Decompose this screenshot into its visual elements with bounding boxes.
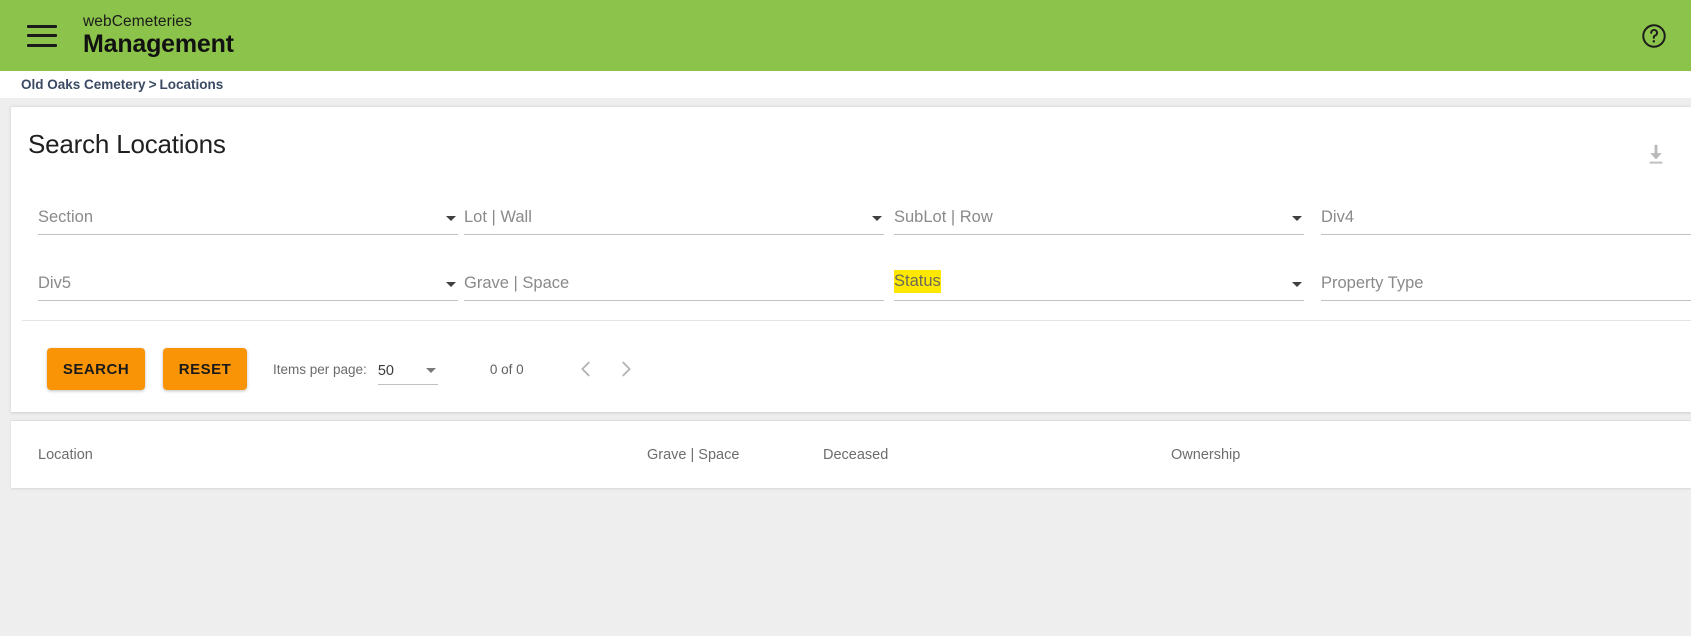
results-table: Location Grave | Space Deceased Ownershi…: [11, 420, 1691, 488]
app-bar: webCemeteries Management: [0, 0, 1691, 71]
field-section[interactable]: Section: [38, 191, 458, 235]
chevron-down-icon[interactable]: [446, 216, 456, 221]
hamburger-bar: [27, 24, 57, 28]
search-button[interactable]: SEARCH: [47, 348, 145, 390]
paginator: Items per page: 50 0 of 0: [273, 334, 646, 404]
breadcrumb: Old Oaks Cemetery > Locations: [21, 77, 223, 92]
items-per-page-value: 50: [377, 363, 394, 379]
field-property-type[interactable]: Property Type: [1321, 257, 1691, 301]
column-header-grave-space[interactable]: Grave | Space: [647, 447, 739, 463]
previous-page-button[interactable]: [566, 349, 606, 389]
field-sublot-row[interactable]: SubLot | Row: [894, 191, 1304, 235]
chevron-down-icon[interactable]: [446, 282, 456, 287]
items-per-page-label: Items per page:: [273, 361, 367, 377]
brand-app-title: Management: [83, 30, 234, 59]
hamburger-bar: [27, 43, 57, 47]
breadcrumb-item-locations[interactable]: Locations: [159, 77, 223, 92]
field-div5[interactable]: Div5: [38, 257, 458, 301]
chevron-down-icon[interactable]: [872, 216, 882, 221]
field-sublot-row-label: SubLot | Row: [894, 208, 993, 226]
hamburger-menu-icon[interactable]: [27, 24, 57, 47]
page-title: Search Locations: [28, 129, 226, 159]
field-lot-wall[interactable]: Lot | Wall: [464, 191, 884, 235]
items-per-page-select[interactable]: 50: [377, 353, 438, 385]
next-page-button[interactable]: [606, 349, 646, 389]
pagination-nav: [566, 349, 646, 389]
help-circle-icon[interactable]: [1639, 21, 1669, 51]
field-div4[interactable]: Div4: [1321, 191, 1691, 235]
field-section-label: Section: [38, 208, 94, 226]
search-filters: Section Lot | Wall SubLot | Row Div4 Div…: [11, 191, 1691, 323]
column-header-deceased[interactable]: Deceased: [823, 447, 888, 463]
breadcrumb-bar: Old Oaks Cemetery > Locations: [0, 71, 1691, 98]
field-grave-space-label: Grave | Space: [464, 274, 570, 292]
breadcrumb-item-cemetery[interactable]: Old Oaks Cemetery: [21, 77, 146, 92]
chevron-down-icon[interactable]: [425, 368, 436, 373]
field-div5-label: Div5: [38, 274, 72, 292]
column-header-ownership[interactable]: Ownership: [1171, 447, 1240, 463]
chevron-left-icon: [581, 361, 590, 377]
brand: webCemeteries Management: [83, 14, 234, 58]
action-bar: SEARCH RESET Items per page: 50 0 of 0: [11, 334, 1691, 404]
reset-button[interactable]: RESET: [163, 348, 247, 390]
pagination-range-label: 0 of 0: [489, 361, 524, 377]
search-locations-card: Search Locations Section Lot | Wall SubL…: [11, 106, 1691, 412]
results-table-header-row: Location Grave | Space Deceased Ownershi…: [11, 421, 1691, 489]
chevron-down-icon[interactable]: [1292, 216, 1302, 221]
field-div4-label: Div4: [1321, 208, 1355, 226]
column-header-location[interactable]: Location: [38, 447, 93, 463]
field-grave-space[interactable]: Grave | Space: [464, 257, 884, 301]
breadcrumb-separator: >: [148, 77, 157, 92]
chevron-right-icon: [621, 361, 631, 377]
filter-row-1: Section Lot | Wall SubLot | Row Div4: [11, 191, 1691, 257]
filter-row-2: Div5 Grave | Space Status Property Type: [11, 257, 1691, 323]
field-lot-wall-label: Lot | Wall: [464, 208, 532, 226]
field-property-type-label: Property Type: [1321, 274, 1424, 292]
chevron-down-icon[interactable]: [1292, 282, 1302, 287]
field-status-label: Status: [894, 270, 941, 293]
download-icon[interactable]: [1643, 141, 1669, 167]
hamburger-bar: [27, 34, 57, 37]
brand-product-name: webCemeteries: [83, 12, 192, 30]
card-divider: [22, 320, 1691, 321]
field-status[interactable]: Status: [894, 257, 1304, 301]
